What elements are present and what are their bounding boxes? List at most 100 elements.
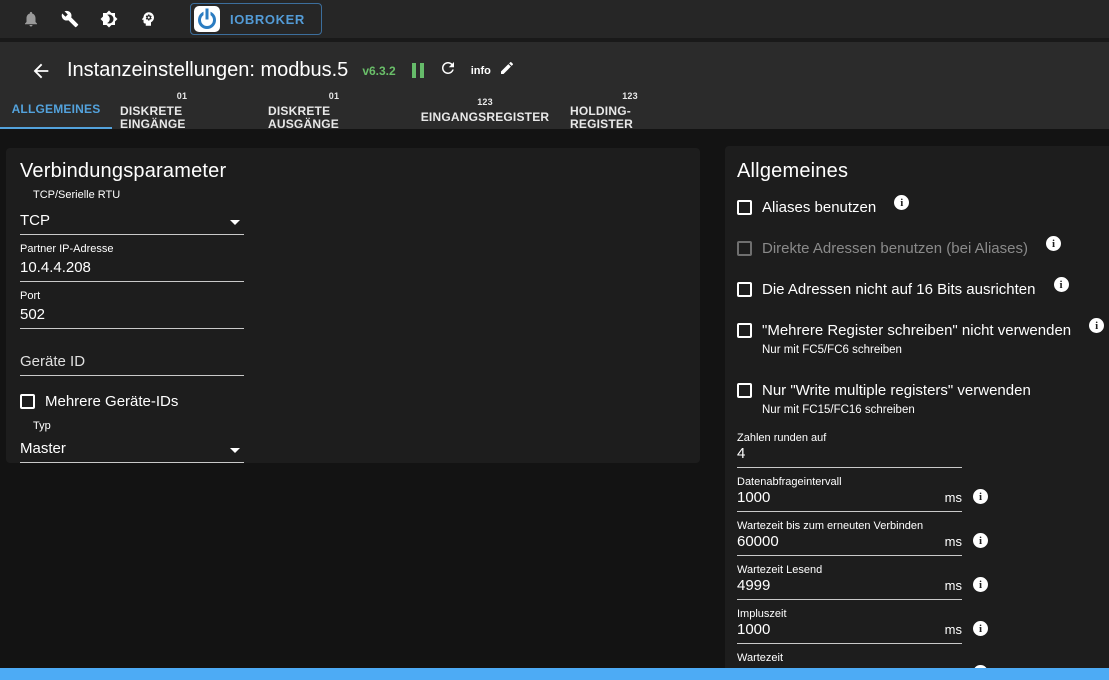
iobroker-logo-button[interactable]: IOBROKER xyxy=(190,3,322,35)
refresh-icon[interactable] xyxy=(439,59,457,82)
checkbox-icon xyxy=(737,323,752,338)
back-arrow-icon[interactable] xyxy=(30,60,52,82)
tab-holding-register[interactable]: 123 HOLDING-REGISTER xyxy=(570,91,690,129)
partner-ip-label: Partner IP-Adresse xyxy=(20,243,686,255)
reconnect-time-field: Wartezeit bis zum erneuten Verbinden 600… xyxy=(737,520,962,556)
reconnect-time-input[interactable]: 60000 ms xyxy=(737,532,962,556)
only-write-multiple-group: Nur "Write multiple registers" verwenden… xyxy=(737,382,1109,416)
partner-ip-input[interactable]: 10.4.4.208 xyxy=(20,257,244,282)
tab-diskrete-ausgaenge[interactable]: 01 DISKRETE AUSGÄNGE xyxy=(268,91,400,129)
wrench-icon[interactable] xyxy=(61,10,79,28)
info-icon[interactable]: i xyxy=(1054,277,1069,292)
field-value: 60000 xyxy=(737,533,779,550)
tab-allgemeines[interactable]: ALLGEMEINES xyxy=(0,91,112,129)
tab-label: EINGANGSREGISTER xyxy=(421,111,550,124)
general-panel: Allgemeines Aliases benutzen i Direkte A… xyxy=(725,146,1109,680)
connection-type-value: TCP xyxy=(20,212,50,229)
field-value: 4 xyxy=(737,445,745,462)
only-write-multiple-checkbox[interactable]: Nur "Write multiple registers" verwenden xyxy=(737,382,1109,399)
checkbox-label: Aliases benutzen xyxy=(762,199,876,216)
tab-label: DISKRETE AUSGÄNGE xyxy=(268,105,400,131)
port-label: Port xyxy=(20,290,686,302)
no-write-multiple-checkbox[interactable]: "Mehrere Register schreiben" nicht verwe… xyxy=(737,322,1109,339)
instance-header: Instanzeinstellungen: modbus.5 v6.3.2 in… xyxy=(0,42,1109,129)
connection-panel: Verbindungsparameter TCP/Serielle RTU TC… xyxy=(6,148,700,463)
horizontal-scrollbar[interactable] xyxy=(0,668,1109,680)
round-numbers-field: Zahlen runden auf 4 xyxy=(737,432,962,468)
checkbox-label: Direkte Adressen benutzen (bei Aliases) xyxy=(762,240,1028,257)
iobroker-logo-icon xyxy=(194,6,220,32)
field-label: Datenabfrageintervall xyxy=(737,476,962,488)
iobroker-logo-label: IOBROKER xyxy=(230,12,305,27)
title-row: Instanzeinstellungen: modbus.5 v6.3.2 in… xyxy=(0,42,1109,86)
page-title: Instanzeinstellungen: modbus.5 xyxy=(67,59,348,82)
multi-device-label: Mehrere Geräte-IDs xyxy=(45,393,178,410)
checkbox-icon xyxy=(737,383,752,398)
tab-label: DISKRETE EINGÄNGE xyxy=(120,105,244,131)
field-unit: ms xyxy=(945,622,962,637)
checkbox-label: Die Adressen nicht auf 16 Bits ausrichte… xyxy=(762,281,1036,298)
checkbox-icon xyxy=(20,394,35,409)
field-value: 4999 xyxy=(737,577,770,594)
checkbox-icon xyxy=(737,200,752,215)
aliases-checkbox[interactable]: Aliases benutzen i xyxy=(737,199,1109,216)
theme-brightness-icon[interactable] xyxy=(100,10,118,28)
tab-badge: 123 xyxy=(622,90,638,103)
checkbox-icon xyxy=(737,282,752,297)
version-badge: v6.3.2 xyxy=(362,64,395,78)
tab-label: HOLDING-REGISTER xyxy=(570,105,690,131)
info-icon[interactable]: i xyxy=(894,195,909,210)
field-unit: ms xyxy=(945,534,962,549)
info-icon[interactable]: i xyxy=(973,533,988,548)
read-timeout-input[interactable]: 4999 ms xyxy=(737,576,962,600)
info-icon[interactable]: i xyxy=(1089,318,1104,333)
device-id-input[interactable]: Geräte ID xyxy=(20,351,244,376)
general-panel-title: Allgemeines xyxy=(737,160,1109,183)
tab-badge: 123 xyxy=(477,96,493,109)
checkbox-sublabel: Nur mit FC15/FC16 schreiben xyxy=(762,404,1109,416)
read-timeout-field: Wartezeit Lesend 4999 ms i xyxy=(737,564,962,600)
round-numbers-input[interactable]: 4 xyxy=(737,444,962,468)
caret-down-icon xyxy=(230,220,240,225)
checkbox-sublabel: Nur mit FC5/FC6 schreiben xyxy=(762,344,1109,356)
device-id-label: Geräte ID xyxy=(20,353,85,370)
field-value: 1000 xyxy=(737,489,770,506)
tab-badge: 01 xyxy=(329,90,339,103)
no-align-16bit-checkbox[interactable]: Die Adressen nicht auf 16 Bits ausrichte… xyxy=(737,281,1109,298)
topbar: IOBROKER xyxy=(0,0,1109,42)
info-label[interactable]: info xyxy=(471,65,491,77)
no-write-multiple-group: "Mehrere Register schreiben" nicht verwe… xyxy=(737,322,1109,356)
tab-diskrete-eingaenge[interactable]: 01 DISKRETE EINGÄNGE xyxy=(120,91,244,129)
tab-bar: ALLGEMEINES 01 DISKRETE EINGÄNGE 01 DISK… xyxy=(0,91,1109,129)
connection-panel-title: Verbindungsparameter xyxy=(20,160,686,183)
checkbox-label: Nur "Write multiple registers" verwenden xyxy=(762,382,1031,399)
poll-interval-field: Datenabfrageintervall 1000 ms i xyxy=(737,476,962,512)
direct-addresses-checkbox: Direkte Adressen benutzen (bei Aliases) … xyxy=(737,240,1109,257)
checkbox-label: "Mehrere Register schreiben" nicht verwe… xyxy=(762,322,1071,339)
field-value: 1000 xyxy=(737,621,770,638)
pulse-time-field: Impluszeit 1000 ms i xyxy=(737,608,962,644)
tab-eingangsregister[interactable]: 123 EINGANGSREGISTER xyxy=(424,91,546,129)
pulse-time-input[interactable]: 1000 ms xyxy=(737,620,962,644)
field-label: Zahlen runden auf xyxy=(737,432,962,444)
info-icon[interactable]: i xyxy=(1046,236,1061,251)
multi-device-checkbox[interactable]: Mehrere Geräte-IDs xyxy=(20,393,686,410)
info-icon[interactable]: i xyxy=(973,489,988,504)
info-icon[interactable]: i xyxy=(973,577,988,592)
typ-label: Typ xyxy=(33,420,686,432)
checkbox-icon xyxy=(737,241,752,256)
typ-value: Master xyxy=(20,440,66,457)
caret-down-icon xyxy=(230,448,240,453)
typ-select[interactable]: Master xyxy=(20,438,244,463)
info-icon[interactable]: i xyxy=(973,621,988,636)
pause-icon[interactable] xyxy=(412,63,424,78)
expert-mode-icon[interactable] xyxy=(139,10,157,28)
notifications-bell-icon[interactable] xyxy=(22,10,40,28)
field-label: Wartezeit bis zum erneuten Verbinden xyxy=(737,520,962,532)
field-label: Wartezeit Lesend xyxy=(737,564,962,576)
poll-interval-input[interactable]: 1000 ms xyxy=(737,488,962,512)
edit-pencil-icon[interactable] xyxy=(499,60,515,81)
tab-label: ALLGEMEINES xyxy=(12,103,101,116)
port-input[interactable]: 502 xyxy=(20,304,244,329)
connection-type-select[interactable]: TCP xyxy=(20,210,244,235)
